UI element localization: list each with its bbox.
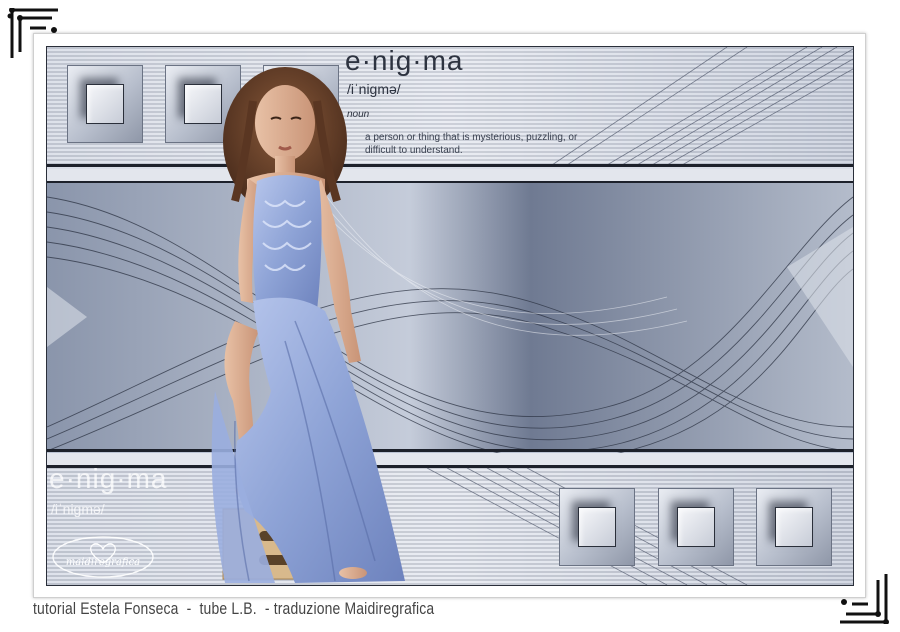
- watermark-signature: maidiregrafica: [52, 536, 154, 578]
- square-tile-icon: [67, 65, 143, 143]
- definition-line: a person or thing that is mysterious, pu…: [365, 132, 578, 143]
- watermark-text: maidiregrafica: [66, 557, 140, 568]
- ghost-pronunciation: /iˈnigmə/: [51, 501, 105, 517]
- ghost-word: e·nig·ma: [49, 463, 168, 494]
- dictionary-definition: a person or thing that is mysterious, pu…: [365, 131, 605, 157]
- definition-line: difficult to understand.: [365, 145, 463, 156]
- square-tile-icon: [756, 488, 832, 566]
- artwork-canvas: e·nig·ma /iˈnigmə/ noun a person or thin…: [46, 46, 854, 586]
- dictionary-pronunciation: /iˈnigmə/: [347, 81, 401, 97]
- dictionary-word: e·nig·ma: [345, 46, 464, 76]
- credits-caption: tutorial Estela Fonseca - tube L.B. - tr…: [33, 599, 435, 618]
- square-tile-icon: [559, 488, 635, 566]
- dictionary-part-of-speech: noun: [347, 109, 370, 120]
- square-tile-icon: [658, 488, 734, 566]
